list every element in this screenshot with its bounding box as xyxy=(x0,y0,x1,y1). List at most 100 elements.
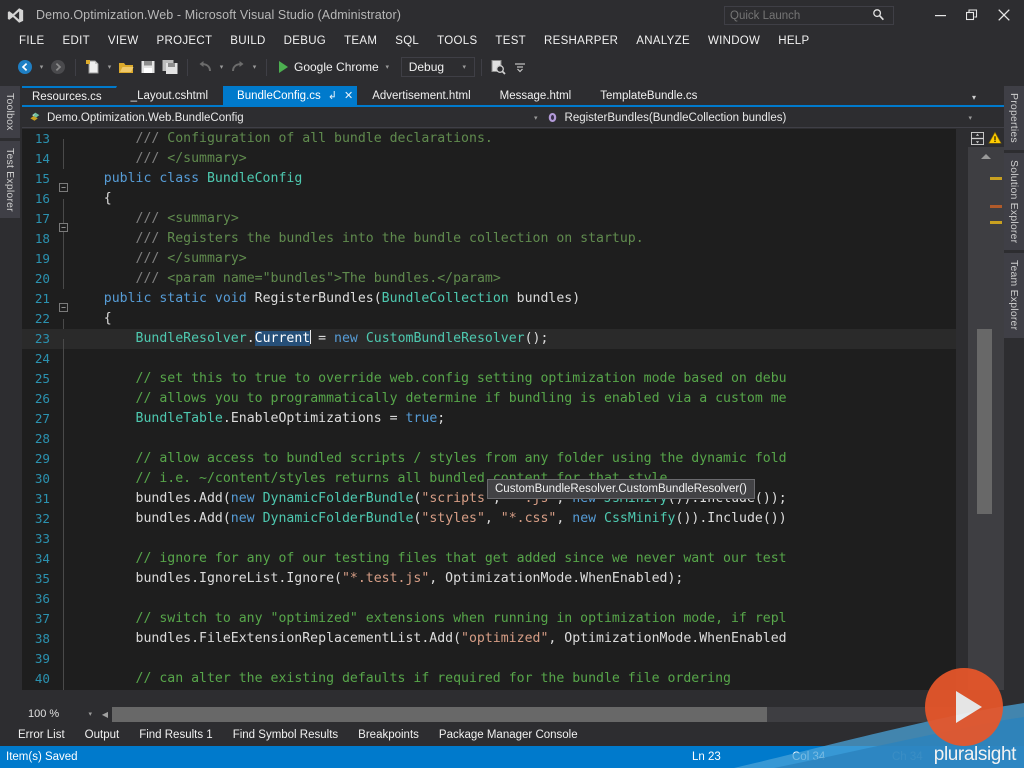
open-file-icon[interactable] xyxy=(115,56,136,78)
editor-horizontal-scrollbar[interactable] xyxy=(112,707,956,722)
code-line[interactable]: 15− public class BundleConfig xyxy=(22,169,956,189)
code-line[interactable]: 29 // allow access to bundled scripts / … xyxy=(22,449,956,469)
chevron-down-icon[interactable]: ▾ xyxy=(968,114,972,122)
redo-dropdown-icon[interactable]: ▾ xyxy=(249,63,260,71)
code-line[interactable]: 34 // ignore for any of our testing file… xyxy=(22,549,956,569)
code-line[interactable]: 21− public static void RegisterBundles(B… xyxy=(22,289,956,309)
save-icon[interactable] xyxy=(137,56,158,78)
document-tab-resources-cs[interactable]: Resources.cs xyxy=(22,86,117,105)
code-line[interactable]: 14 /// </summary> xyxy=(22,149,956,169)
code-line[interactable]: 13 /// Configuration of all bundle decla… xyxy=(22,129,956,149)
code-line[interactable]: 20 /// <param name="bundles">The bundles… xyxy=(22,269,956,289)
code-line[interactable]: 26 // allows you to programmatically det… xyxy=(22,389,956,409)
code-line[interactable]: 38 bundles.FileExtensionReplacementList.… xyxy=(22,629,956,649)
menu-item-team[interactable]: TEAM xyxy=(335,32,386,50)
menu-item-resharper[interactable]: RESHARPER xyxy=(535,32,627,50)
document-tab-bundleconfig-cs[interactable]: BundleConfig.cs↲✕ xyxy=(223,86,358,105)
dock-tab-team-explorer[interactable]: Team Explorer xyxy=(1004,253,1024,337)
type-navigation-combo[interactable]: Demo.Optimization.Web.BundleConfig xyxy=(22,108,522,128)
quick-launch-box[interactable] xyxy=(724,6,894,25)
scrollbar-marker xyxy=(990,221,1002,224)
code-line[interactable]: 25 // set this to true to override web.c… xyxy=(22,369,956,389)
menu-item-test[interactable]: TEST xyxy=(486,32,535,50)
member-navigation-combo[interactable]: ▾ RegisterBundles(BundleCollection bundl… xyxy=(522,108,982,128)
restore-button[interactable] xyxy=(956,0,988,30)
minimize-button[interactable] xyxy=(924,0,956,30)
code-line[interactable]: 32 bundles.Add(new DynamicFolderBundle("… xyxy=(22,509,956,529)
code-token: RegisterBundles( xyxy=(255,291,382,306)
code-line[interactable]: 17− /// <summary> xyxy=(22,209,956,229)
start-debugging-dropdown-icon[interactable]: ▾ xyxy=(382,63,393,71)
dock-tab-toolbox[interactable]: Toolbox xyxy=(0,86,20,138)
panel-tab-error-list[interactable]: Error List xyxy=(8,726,75,744)
menu-item-tools[interactable]: TOOLS xyxy=(428,32,486,50)
code-text-area[interactable]: 13 /// Configuration of all bundle decla… xyxy=(22,129,956,690)
panel-tab-find-results-1[interactable]: Find Results 1 xyxy=(129,726,223,744)
code-line[interactable]: 40 // can alter the existing defaults if… xyxy=(22,669,956,689)
solution-configuration-combo[interactable]: Debug ▾ xyxy=(401,57,475,77)
undo-dropdown-icon[interactable]: ▾ xyxy=(216,63,227,71)
code-line-text: /// Registers the bundles into the bundl… xyxy=(72,229,956,249)
zoom-level-combo[interactable]: 100 % ▾ xyxy=(22,705,98,723)
navigate-backward-icon[interactable] xyxy=(14,56,35,78)
menu-item-sql[interactable]: SQL xyxy=(386,32,428,50)
scroll-up-button[interactable] xyxy=(968,149,1004,163)
save-all-icon[interactable] xyxy=(159,56,180,78)
close-icon[interactable]: ✕ xyxy=(344,89,353,102)
document-tab-message-html[interactable]: Message.html xyxy=(486,86,587,105)
redo-icon[interactable] xyxy=(227,56,248,78)
pin-icon[interactable]: ↲ xyxy=(328,89,337,102)
close-button[interactable] xyxy=(988,0,1020,30)
code-line[interactable]: 22 { xyxy=(22,309,956,329)
line-number: 36 xyxy=(22,589,56,609)
code-editor[interactable]: 13 /// Configuration of all bundle decla… xyxy=(22,129,956,690)
undo-icon[interactable] xyxy=(194,56,215,78)
new-item-dropdown-icon[interactable]: ▾ xyxy=(104,63,115,71)
code-line[interactable]: 39 xyxy=(22,649,956,669)
panel-tab-find-symbol-results[interactable]: Find Symbol Results xyxy=(223,726,348,744)
scroll-left-button[interactable]: ◀ xyxy=(98,710,112,719)
code-line[interactable]: 23 BundleResolver.Current = new CustomBu… xyxy=(22,329,956,349)
code-line[interactable]: 18 /// Registers the bundles into the bu… xyxy=(22,229,956,249)
find-in-files-icon[interactable] xyxy=(488,56,509,78)
code-line[interactable]: 36 xyxy=(22,589,956,609)
menu-item-view[interactable]: VIEW xyxy=(99,32,148,50)
menu-item-build[interactable]: BUILD xyxy=(221,32,274,50)
document-tab-templatebundle-cs[interactable]: TemplateBundle.cs xyxy=(586,86,712,105)
navigate-forward-icon[interactable] xyxy=(47,56,68,78)
menu-item-file[interactable]: FILE xyxy=(10,32,54,50)
code-line[interactable]: 27 BundleTable.EnableOptimizations = tru… xyxy=(22,409,956,429)
panel-tab-output[interactable]: Output xyxy=(75,726,130,744)
code-line[interactable]: 19 /// </summary> xyxy=(22,249,956,269)
code-line[interactable]: 35 bundles.IgnoreList.Ignore("*.test.js"… xyxy=(22,569,956,589)
menu-item-help[interactable]: HELP xyxy=(769,32,818,50)
code-line[interactable]: 28 xyxy=(22,429,956,449)
warning-icon[interactable] xyxy=(986,129,1004,147)
scrollbar-thumb[interactable] xyxy=(977,329,992,514)
menu-item-edit[interactable]: EDIT xyxy=(54,32,99,50)
start-debugging-button[interactable]: Google Chrome xyxy=(276,58,382,76)
dock-tab-solution-explorer[interactable]: Solution Explorer xyxy=(1004,153,1024,250)
menu-item-project[interactable]: PROJECT xyxy=(148,32,222,50)
code-line[interactable]: 24 xyxy=(22,349,956,369)
code-line[interactable]: 37 // switch to any "optimized" extensio… xyxy=(22,609,956,629)
dock-tab-test-explorer[interactable]: Test Explorer xyxy=(0,141,20,219)
navigate-backward-dropdown-icon[interactable]: ▾ xyxy=(36,63,47,71)
menu-item-window[interactable]: WINDOW xyxy=(699,32,769,50)
panel-tab-package-manager-console[interactable]: Package Manager Console xyxy=(429,726,588,744)
quick-launch-input[interactable] xyxy=(725,10,867,22)
panel-tab-breakpoints[interactable]: Breakpoints xyxy=(348,726,429,744)
document-tab-advertisement-html[interactable]: Advertisement.html xyxy=(358,86,485,105)
editor-vertical-scrollbar[interactable] xyxy=(968,129,1004,690)
code-line[interactable]: 16 { xyxy=(22,189,956,209)
toolbar-options-icon[interactable] xyxy=(510,56,531,78)
split-window-icon[interactable] xyxy=(968,129,986,147)
menu-item-debug[interactable]: DEBUG xyxy=(275,32,335,50)
code-line[interactable]: 33 xyxy=(22,529,956,549)
new-item-icon[interactable] xyxy=(82,56,103,78)
search-icon[interactable] xyxy=(867,8,889,23)
tab-overflow-button[interactable]: ▾ xyxy=(965,88,1022,107)
document-tab--layout-cshtml[interactable]: _Layout.cshtml xyxy=(117,86,223,105)
menu-item-analyze[interactable]: ANALYZE xyxy=(627,32,699,50)
hscrollbar-thumb[interactable] xyxy=(112,707,767,722)
